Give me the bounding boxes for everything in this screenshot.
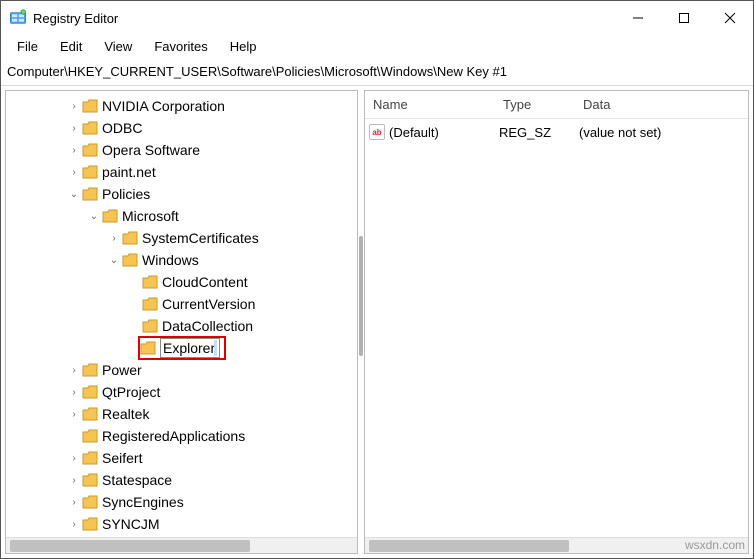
menubar: File Edit View Favorites Help [1,35,753,60]
chevron-right-icon[interactable]: › [66,494,82,510]
chevron-right-icon[interactable]: › [66,98,82,114]
window-title: Registry Editor [33,11,615,26]
address-bar[interactable]: Computer\HKEY_CURRENT_USER\Software\Poli… [1,60,753,86]
folder-icon [82,165,98,179]
regedit-icon [9,9,27,27]
tree-item-label[interactable]: QtProject [102,384,160,400]
chevron-right-icon[interactable]: › [106,230,122,246]
string-value-icon: ab [369,124,385,140]
titlebar: Registry Editor [1,1,753,35]
tree-item-label[interactable]: Policies [102,186,150,202]
content-area: › NVIDIA Corporation › ODBC › Opera Softwar… [1,86,753,558]
chevron-right-icon[interactable]: › [66,406,82,422]
folder-icon [82,187,98,201]
folder-icon [82,363,98,377]
menu-edit[interactable]: Edit [50,37,92,56]
chevron-right-icon[interactable]: › [66,164,82,180]
menu-favorites[interactable]: Favorites [144,37,217,56]
folder-icon [82,429,98,443]
folder-icon [82,121,98,135]
chevron-down-icon[interactable]: ⌄ [86,208,102,224]
chevron-down-icon[interactable]: ⌄ [66,186,82,202]
chevron-right-icon[interactable]: › [66,516,82,532]
menu-file[interactable]: File [7,37,48,56]
value-type: REG_SZ [499,125,579,140]
tree-item-label[interactable]: paint.net [102,164,156,180]
chevron-right-icon[interactable]: › [66,142,82,158]
tree-item-label[interactable]: CurrentVersion [162,296,255,312]
tree-item-label[interactable]: SYNCJM [102,516,160,532]
registry-editor-window: Registry Editor File Edit View Favorites… [0,0,754,559]
rename-input[interactable] [160,338,220,358]
values-list-pane: Name Type Data ab (Default) REG_SZ (valu… [364,90,749,554]
watermark: wsxdn.com [685,538,745,552]
folder-icon [82,143,98,157]
tree-item-label[interactable]: ODBC [102,120,142,136]
folder-icon [140,341,156,355]
folder-icon [142,275,158,289]
folder-icon [142,319,158,333]
tree-item-label[interactable]: NVIDIA Corporation [102,98,225,114]
chevron-right-icon[interactable]: › [66,384,82,400]
value-data: (value not set) [579,125,744,140]
list-header: Name Type Data [365,91,748,119]
menu-help[interactable]: Help [220,37,267,56]
chevron-right-icon[interactable]: › [66,450,82,466]
tree-item-label[interactable]: DataCollection [162,318,253,334]
tree-item-label[interactable]: SyncEngines [102,494,184,510]
minimize-button[interactable] [615,1,661,35]
tree-item-label[interactable]: Seifert [102,450,142,466]
folder-icon [142,297,158,311]
tree-item-label[interactable]: Microsoft [122,208,179,224]
chevron-down-icon[interactable]: ⌄ [106,252,122,268]
folder-icon [82,99,98,113]
value-name: (Default) [389,125,439,140]
selection-highlight [138,336,226,360]
chevron-right-icon[interactable]: › [66,120,82,136]
folder-icon [82,451,98,465]
tree-item-label[interactable]: RegisteredApplications [102,428,245,444]
folder-icon [102,209,118,223]
folder-icon [122,231,138,245]
tree-item-label[interactable]: Opera Software [102,142,200,158]
chevron-right-icon[interactable]: › [66,472,82,488]
tree-item-label[interactable]: SystemCertificates [142,230,259,246]
menu-view[interactable]: View [94,37,142,56]
tree-item-label[interactable]: Statespace [102,472,172,488]
column-header-type[interactable]: Type [495,91,575,118]
list-row[interactable]: ab (Default) REG_SZ (value not set) [369,121,744,143]
tree-item-label[interactable]: CloudContent [162,274,248,290]
folder-icon [82,517,98,531]
horizontal-scrollbar[interactable] [6,537,357,553]
folder-icon [82,495,98,509]
tree-view[interactable]: › NVIDIA Corporation › ODBC › Opera Softwar… [6,91,357,537]
splitter[interactable] [358,86,364,558]
folder-icon [82,385,98,399]
maximize-button[interactable] [661,1,707,35]
tree-item-label[interactable]: Power [102,362,142,378]
column-header-data[interactable]: Data [575,91,748,118]
chevron-right-icon[interactable]: › [66,362,82,378]
list-body[interactable]: ab (Default) REG_SZ (value not set) [365,119,748,537]
tree-item-label[interactable]: Realtek [102,406,149,422]
column-header-name[interactable]: Name [365,91,495,118]
tree-item-label[interactable]: Windows [142,252,199,268]
folder-icon [82,473,98,487]
close-button[interactable] [707,1,753,35]
tree-pane: › NVIDIA Corporation › ODBC › Opera Softwar… [5,90,358,554]
folder-icon [122,253,138,267]
folder-icon [82,407,98,421]
